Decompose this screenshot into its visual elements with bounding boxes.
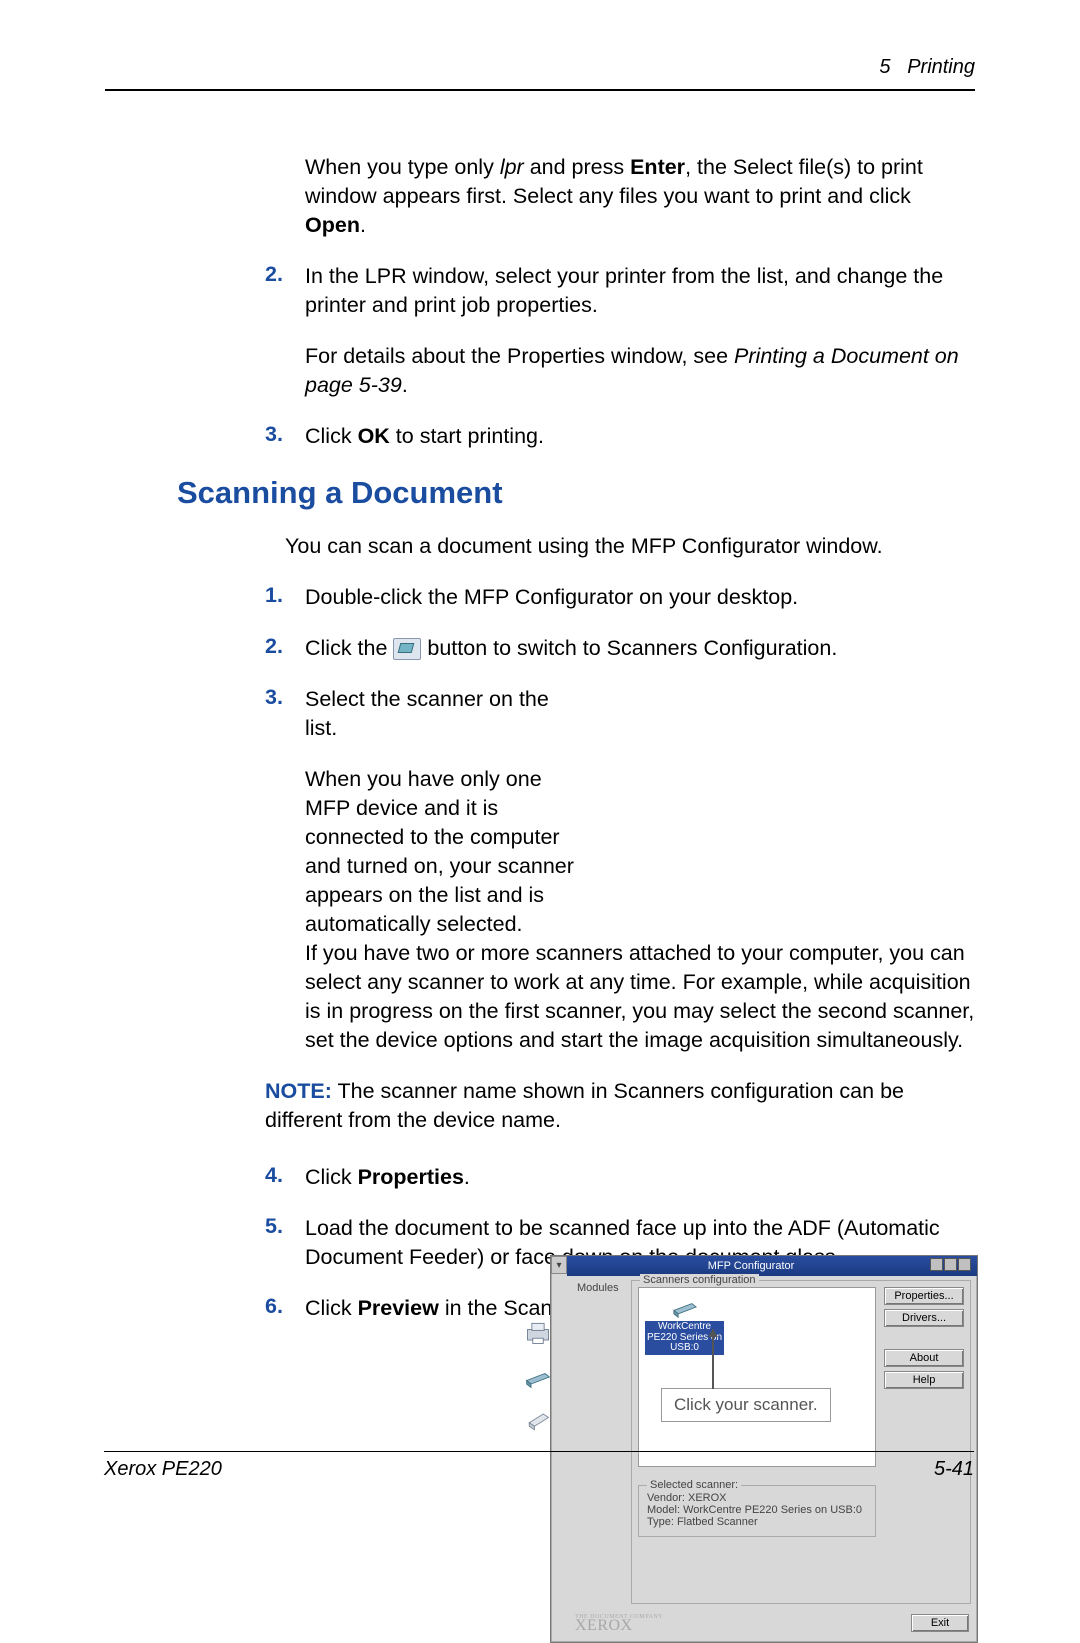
vendor-line: Vendor: XEROX <box>647 1492 867 1504</box>
step-number: 2. <box>265 262 305 400</box>
step-number: 3. <box>265 685 305 939</box>
configurator-screenshot: ▾ MFP Configurator Modules <box>550 1255 976 1643</box>
scanner-list[interactable]: WorkCentre PE220 Series on USB:0 Click y… <box>638 1287 876 1467</box>
intro-paragraph: When you type only lpr and press Enter, … <box>305 153 975 240</box>
footer-divider <box>104 1451 974 1452</box>
help-button[interactable]: Help <box>884 1371 964 1389</box>
scanner-icon <box>670 1294 700 1320</box>
step-number: 6. <box>265 1294 305 1323</box>
step-number: 4. <box>265 1163 305 1192</box>
drivers-button[interactable]: Drivers... <box>884 1309 964 1327</box>
footer-left: Xerox PE220 <box>104 1458 222 1481</box>
chapter-number: 5 <box>879 56 890 78</box>
step-text: Click Properties. <box>305 1163 975 1192</box>
collapse-handle-icon[interactable]: ▾ <box>551 1256 567 1274</box>
section-intro: You can scan a document using the MFP Co… <box>285 532 975 561</box>
window-title: MFP Configurator <box>573 1260 929 1272</box>
top-step-3: 3. Click OK to start printing. <box>265 422 975 451</box>
page-footer: Xerox PE220 5-41 <box>104 1451 974 1481</box>
note-block: NOTE: The scanner name shown in Scanners… <box>265 1077 975 1135</box>
step-text: For details about the Properties window,… <box>305 342 975 400</box>
scanner-toolbar-icon <box>393 638 421 660</box>
step-text: Click the button to switch to Scanners C… <box>305 634 975 663</box>
scanners-module-icon[interactable] <box>521 1360 555 1394</box>
page-header: 5 Printing <box>105 56 975 89</box>
printers-module-icon[interactable] <box>521 1316 555 1350</box>
scan-step-3: 3. Select the scanner on the list. When … <box>265 685 975 939</box>
ports-module-icon[interactable] <box>521 1404 555 1438</box>
window-controls[interactable] <box>929 1258 971 1274</box>
footer-right: 5-41 <box>934 1458 974 1481</box>
note-label: NOTE: <box>265 1079 332 1103</box>
configurator-window: ▾ MFP Configurator Modules <box>550 1255 978 1643</box>
maximize-button[interactable] <box>944 1258 957 1271</box>
section-heading: Scanning a Document <box>177 475 975 511</box>
scan-step-2: 2. Click the button to switch to Scanner… <box>265 634 975 663</box>
note-text: The scanner name shown in Scanners confi… <box>265 1079 904 1132</box>
properties-button[interactable]: Properties... <box>884 1287 964 1305</box>
step-number: 3. <box>265 422 305 451</box>
window-titlebar: MFP Configurator <box>567 1256 977 1276</box>
step-text: Double-click the MFP Configurator on you… <box>305 583 975 612</box>
scan-step-1: 1. Double-click the MFP Configurator on … <box>265 583 975 612</box>
scan-step-4: 4. Click Properties. <box>265 1163 975 1192</box>
step-number: 2. <box>265 634 305 663</box>
step-number: 5. <box>265 1214 305 1272</box>
xerox-logo: THE DOCUMENT COMPANY XEROX <box>575 1615 663 1635</box>
minimize-button[interactable] <box>930 1258 943 1271</box>
type-line: Type: Flatbed Scanner <box>647 1516 867 1528</box>
step-text: Click OK to start printing. <box>305 422 975 451</box>
about-button[interactable]: About <box>884 1349 964 1367</box>
close-button[interactable] <box>958 1258 971 1271</box>
modules-group-label: Modules <box>577 1280 621 1294</box>
step-text: In the LPR window, select your printer f… <box>305 262 975 320</box>
frame-label: Scanners configuration <box>640 1274 759 1286</box>
scanners-config-frame: Scanners configuration <box>631 1280 971 1604</box>
step-text: If you have two or more scanners attache… <box>305 939 975 1055</box>
exit-button[interactable]: Exit <box>911 1614 969 1632</box>
step-number: 1. <box>265 583 305 612</box>
model-line: Model: WorkCentre PE220 Series on USB:0 <box>647 1504 867 1516</box>
top-step-2: 2. In the LPR window, select your printe… <box>265 262 975 400</box>
selected-scanner-fieldset: Selected scanner: Vendor: XEROX Model: W… <box>638 1485 876 1537</box>
callout-label: Click your scanner. <box>661 1388 831 1422</box>
chapter-title: Printing <box>907 56 975 78</box>
step-text: When you have only one MFP device and it… <box>305 765 585 939</box>
step-text: Select the scanner on the list. <box>305 685 585 743</box>
